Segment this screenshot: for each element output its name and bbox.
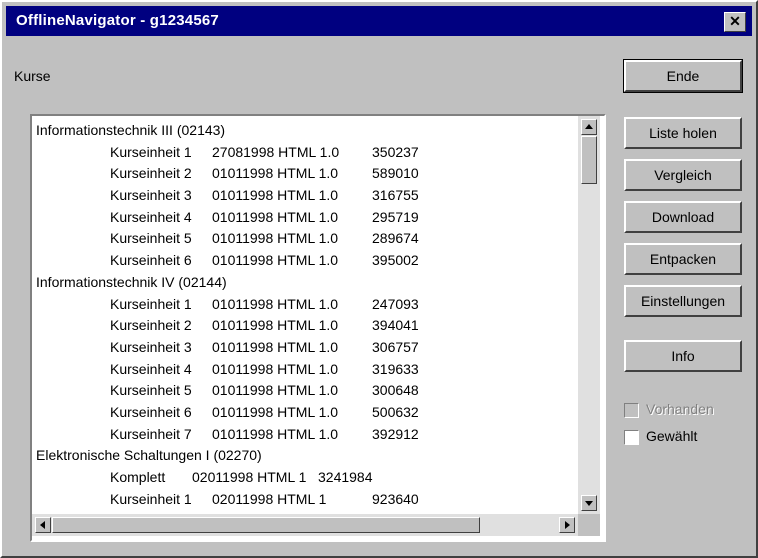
unit-version: 02011998 HTML 1 [212, 490, 327, 507]
unit-name: Kurseinheit 6 [110, 252, 192, 269]
vorhanden-checkbox-label: Vorhanden [646, 401, 714, 417]
unit-name: Kurseinheit 5 [110, 230, 192, 247]
liste-holen-button[interactable]: Liste holen [624, 117, 742, 149]
unit-row[interactable]: Kurseinheit 2 01011998 HTML 1.0 589010 [32, 163, 576, 185]
app-window: OfflineNavigator - g1234567 ✕ Kurse Info… [0, 0, 758, 558]
unit-version: 27081998 HTML 1.0 [212, 143, 340, 160]
unit-version: 01011998 HTML 1.0 [212, 187, 339, 204]
komplett-version: 02011998 HTML 1 [192, 469, 307, 485]
unit-size: 300648 [372, 382, 419, 399]
unit-name: Kurseinheit 4 [110, 360, 192, 377]
vergleich-button[interactable]: Vergleich [624, 159, 742, 191]
unit-version: 01011998 HTML 1.0 [212, 230, 339, 247]
unit-version: 01011998 HTML 1.0 [212, 425, 339, 442]
unit-size: 392912 [372, 425, 419, 442]
course-list[interactable]: Informationstechnik III (02143) Kurseinhe… [32, 120, 576, 512]
unit-size: 923640 [372, 490, 419, 507]
einstellungen-button[interactable]: Einstellungen [624, 285, 742, 317]
unit-size: 247093 [372, 295, 419, 312]
vertical-scroll-thumb[interactable] [581, 136, 597, 184]
unit-row[interactable]: Kurseinheit 5 01011998 HTML 1.0 289674 [32, 228, 576, 250]
scroll-up-button[interactable] [581, 119, 597, 135]
unit-row[interactable]: Kurseinheit 6 01011998 HTML 1.0 395002 [32, 250, 576, 272]
unit-name: Kurseinheit 5 [110, 382, 192, 399]
unit-version: 01011998 HTML 1.0 [212, 382, 339, 399]
arrow-left-icon [40, 521, 45, 529]
gewaehlt-checkbox-label[interactable]: Gewählt [646, 428, 697, 444]
unit-row[interactable]: Kurseinheit 7 01011998 HTML 1.0 392912 [32, 424, 576, 446]
unit-name: Kurseinheit 1 [110, 490, 192, 507]
unit-row[interactable]: Kurseinheit 4 01011998 HTML 1.0 295719 [32, 207, 576, 229]
info-button[interactable]: Info [624, 340, 742, 372]
download-button[interactable]: Download [624, 201, 742, 233]
gewaehlt-checkbox-box[interactable] [624, 430, 639, 445]
vorhanden-checkbox-box [624, 403, 639, 418]
title-bar[interactable]: OfflineNavigator - g1234567 ✕ [6, 6, 752, 36]
unit-size: 589010 [372, 165, 419, 182]
unit-version: 01011998 HTML 1.0 [212, 208, 339, 225]
unit-size: 395002 [372, 252, 419, 269]
unit-size: 394041 [372, 317, 419, 334]
unit-row[interactable]: Kurseinheit 1 01011998 HTML 1.0 247093 [32, 294, 576, 316]
unit-version: 01011998 HTML 1.0 [212, 360, 339, 377]
unit-row[interactable]: Kurseinheit 5 01011998 HTML 1.0 300648 [32, 380, 576, 402]
komplett-label: Komplett [110, 469, 166, 485]
arrow-down-icon [585, 501, 593, 506]
unit-version: 01011998 HTML 1.0 [212, 295, 339, 312]
unit-size: 350237 [372, 143, 419, 160]
course-row[interactable]: Informationstechnik IV (02144) [32, 272, 576, 294]
unit-name: Kurseinheit 3 [110, 338, 192, 355]
unit-row[interactable]: Kurseinheit 1 27081998 HTML 1.0 350237 [32, 142, 576, 164]
unit-name: Kurseinheit 3 [110, 187, 192, 204]
unit-version: 01011998 HTML 1.0 [212, 317, 339, 334]
list-label: Kurse [14, 68, 51, 84]
unit-version: 01011998 HTML 1.0 [212, 252, 339, 269]
course-listbox[interactable]: Informationstechnik III (02143) Kurseinhe… [30, 114, 606, 542]
unit-name: Kurseinheit 4 [110, 208, 192, 225]
unit-row[interactable]: Kurseinheit 1 02011998 HTML 1 923640 [32, 489, 576, 511]
scroll-down-button[interactable] [581, 495, 597, 511]
unit-row[interactable]: Kurseinheit 2 01011998 HTML 1.0 394041 [32, 315, 576, 337]
unit-size: 500632 [372, 403, 419, 420]
unit-name: Kurseinheit 2 [110, 317, 192, 334]
scroll-right-button[interactable] [559, 517, 575, 533]
ende-button[interactable]: Ende [623, 59, 743, 93]
unit-row[interactable]: Kurseinheit 6 01011998 HTML 1.0 500632 [32, 402, 576, 424]
komplett-row[interactable]: Komplett 02011998 HTML 1 3241984 [32, 467, 576, 489]
unit-row[interactable]: Kurseinheit 3 01011998 HTML 1.0 316755 [32, 185, 576, 207]
arrow-right-icon [565, 521, 570, 529]
komplett-size: 3241984 [318, 469, 373, 485]
unit-name: Kurseinheit 7 [110, 425, 192, 442]
unit-row[interactable]: Kurseinheit 3 01011998 HTML 1.0 306757 [32, 337, 576, 359]
unit-size: 319633 [372, 360, 419, 377]
horizontal-scroll-thumb[interactable] [52, 517, 480, 533]
scroll-left-button[interactable] [35, 517, 51, 533]
unit-version: 01011998 HTML 1.0 [212, 338, 339, 355]
horizontal-scrollbar[interactable] [32, 514, 578, 536]
unit-size: 316755 [372, 187, 419, 204]
course-row[interactable]: Elektronische Schaltungen I (02270) [32, 445, 576, 467]
unit-row[interactable]: Kurseinheit 4 01011998 HTML 1.0 319633 [32, 359, 576, 381]
vertical-scrollbar[interactable] [578, 116, 600, 514]
unit-name: Kurseinheit 2 [110, 165, 192, 182]
unit-size: 295719 [372, 208, 419, 225]
unit-size: 306757 [372, 338, 419, 355]
scrollbar-corner [578, 514, 600, 536]
course-row[interactable]: Informationstechnik III (02143) [32, 120, 576, 142]
unit-size: 289674 [372, 230, 419, 247]
unit-version: 01011998 HTML 1.0 [212, 403, 339, 420]
unit-name: Kurseinheit 6 [110, 403, 192, 420]
unit-version: 01011998 HTML 1.0 [212, 165, 339, 182]
arrow-up-icon [585, 124, 593, 129]
window-title: OfflineNavigator - g1234567 [16, 12, 219, 29]
unit-name: Kurseinheit 1 [110, 295, 192, 312]
entpacken-button[interactable]: Entpacken [624, 243, 742, 275]
unit-name: Kurseinheit 1 [110, 143, 192, 160]
close-button[interactable]: ✕ [724, 12, 746, 32]
